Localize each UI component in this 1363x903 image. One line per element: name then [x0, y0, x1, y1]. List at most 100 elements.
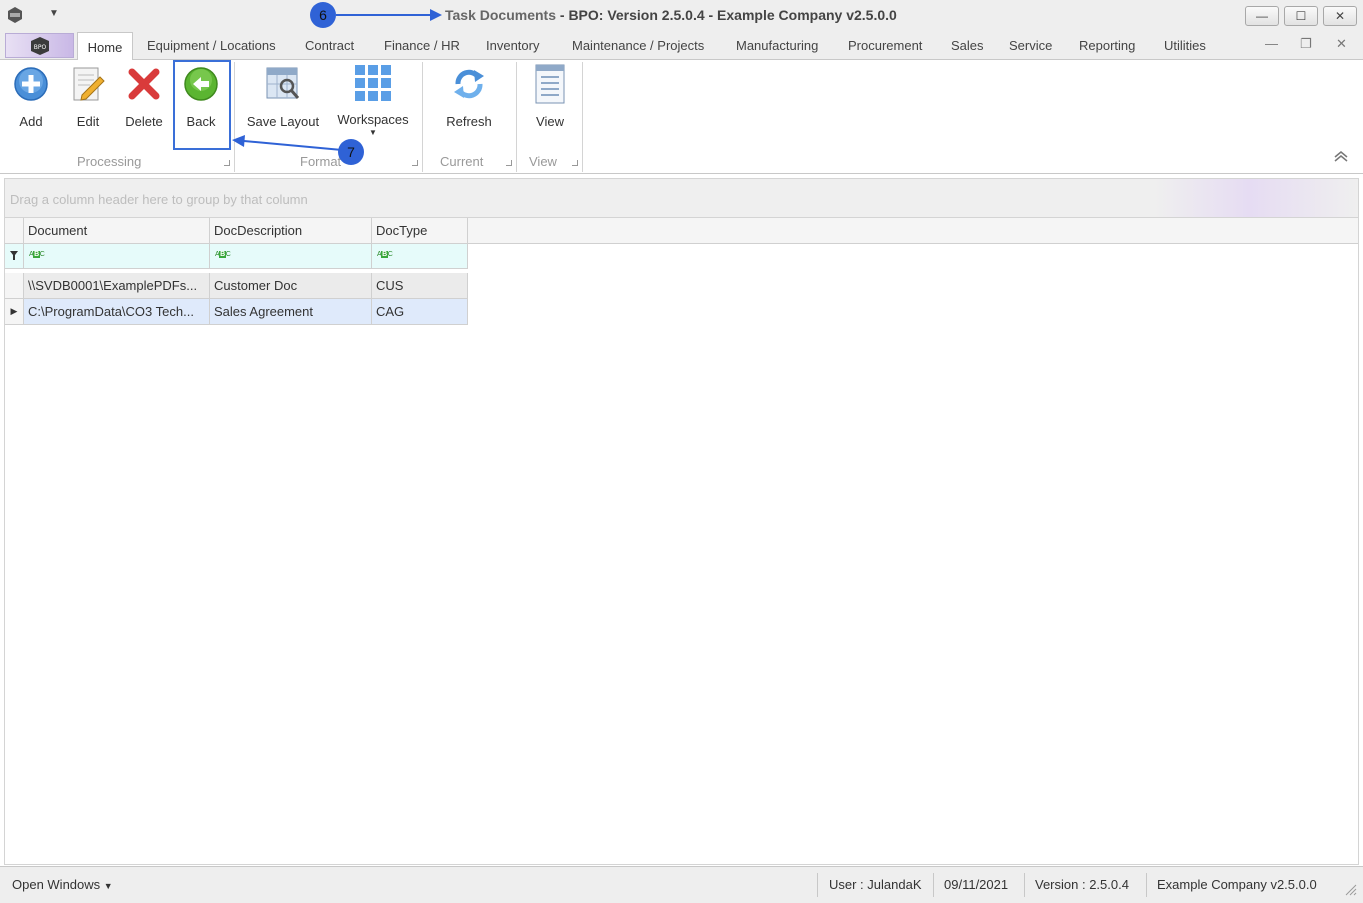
ribbon-panel: Add Edit Delete Back Processing Save Lay… [0, 60, 1363, 174]
tab-reporting[interactable]: Reporting [1079, 38, 1135, 53]
tab-inventory[interactable]: Inventory [486, 38, 539, 53]
filter-cell-document[interactable]: ABC [24, 244, 210, 269]
table-row-1-document[interactable]: \\SVDB0001\ExamplePDFs... [24, 273, 210, 299]
window-title-prefix: Task Documents [445, 7, 556, 23]
status-bar: Open Windows ▼ User : JulandaK 09/11/202… [0, 866, 1363, 903]
window-title-main: - BPO: Version 2.5.0.4 - Example Company… [556, 7, 897, 23]
view-button[interactable]: View [530, 64, 570, 134]
open-windows-dropdown[interactable]: Open Windows ▼ [12, 877, 113, 892]
workspaces-icon [353, 64, 393, 102]
maximize-button[interactable]: ☐ [1284, 6, 1318, 26]
collapse-ribbon-chevron-up-icon[interactable] [1333, 150, 1349, 165]
tab-manufacturing[interactable]: Manufacturing [736, 38, 818, 53]
group-panel-hint: Drag a column header here to group by th… [10, 192, 308, 207]
table-row-2-doctype[interactable]: CAG [372, 299, 468, 325]
annotation-arrow-6 [336, 9, 442, 21]
workspaces-dropdown-button[interactable]: Workspaces ▼ [336, 64, 410, 137]
save-layout-button[interactable]: Save Layout [244, 64, 322, 134]
app-logo-icon[interactable] [6, 6, 24, 24]
refresh-label: Refresh [446, 114, 492, 129]
group-label-view: View [529, 154, 557, 169]
delete-button[interactable]: Delete [122, 64, 166, 134]
filter-abc-icon: ABC [377, 251, 393, 258]
window-title: Task Documents - BPO: Version 2.5.0.4 - … [445, 7, 897, 23]
tab-finance-hr[interactable]: Finance / HR [384, 38, 460, 53]
save-layout-label: Save Layout [246, 114, 320, 129]
row-indicator[interactable] [5, 273, 24, 299]
add-button[interactable]: Add [11, 64, 51, 134]
tab-maintenance-projects[interactable]: Maintenance / Projects [572, 38, 704, 53]
status-separator [1024, 873, 1025, 897]
documents-grid: Document DocDescription DocType ABC ABC … [4, 218, 1359, 865]
grid-header-filler [468, 218, 1358, 244]
close-button[interactable]: ✕ [1323, 6, 1357, 26]
filter-abc-icon: ABC [215, 251, 231, 258]
edit-button[interactable]: Edit [68, 64, 108, 134]
workspaces-label: Workspaces [337, 112, 409, 127]
status-user: User : JulandaK [829, 877, 922, 892]
application-menu-button[interactable]: BPO [5, 33, 74, 58]
open-windows-chevron-down-icon: ▼ [103, 881, 113, 891]
status-date: 09/11/2021 [944, 877, 1009, 892]
quick-access-dropdown-icon[interactable]: ▼ [49, 8, 59, 19]
tab-sales[interactable]: Sales [951, 38, 984, 53]
status-separator [817, 873, 818, 897]
status-separator [933, 873, 934, 897]
tab-procurement[interactable]: Procurement [848, 38, 922, 53]
annotation-arrow-7 [232, 135, 343, 151]
group-label-current: Current [440, 154, 484, 169]
status-version: Version : 2.5.0.4 [1035, 877, 1129, 892]
filter-cell-docdescription[interactable]: ABC [210, 244, 372, 269]
mdi-minimize-icon[interactable]: — [1265, 36, 1278, 51]
tab-home[interactable]: Home [77, 32, 133, 61]
processing-group-launcher-icon[interactable] [224, 160, 230, 166]
open-windows-label: Open Windows [12, 877, 101, 892]
group-label-processing: Processing [77, 154, 142, 169]
format-group-launcher-icon[interactable] [412, 160, 418, 166]
group-separator [516, 62, 517, 172]
status-separator [1146, 873, 1147, 897]
tab-equipment-locations[interactable]: Equipment / Locations [147, 38, 276, 53]
refresh-icon [449, 64, 489, 104]
group-separator [582, 62, 583, 172]
table-row-1-description[interactable]: Customer Doc [210, 273, 372, 299]
delete-label: Delete [125, 114, 163, 129]
workspaces-chevron-down-icon: ▼ [369, 128, 377, 137]
table-row-2-description[interactable]: Sales Agreement [210, 299, 372, 325]
current-group-launcher-icon[interactable] [506, 160, 512, 166]
grid-indicator-header [5, 218, 24, 244]
title-bar: ▼ Task Documents - BPO: Version 2.5.0.4 … [0, 0, 1363, 32]
column-header-docdescription[interactable]: DocDescription [210, 218, 372, 244]
group-by-panel[interactable]: Drag a column header here to group by th… [4, 178, 1359, 218]
add-label: Add [19, 114, 43, 129]
tab-service[interactable]: Service [1009, 38, 1052, 53]
mdi-close-icon[interactable]: ✕ [1336, 36, 1347, 52]
filter-abc-icon: ABC [29, 251, 45, 258]
add-icon [11, 64, 51, 104]
tab-utilities[interactable]: Utilities [1164, 38, 1206, 53]
filter-row-indicator-icon [5, 244, 24, 269]
row-indicator-focused-icon[interactable]: ▶ [5, 299, 24, 325]
refresh-button[interactable]: Refresh [440, 64, 498, 134]
table-row-2-document[interactable]: C:\ProgramData\CO3 Tech... [24, 299, 210, 325]
ribbon-tab-row: BPO Home Equipment / Locations Contract … [0, 32, 1363, 61]
group-separator [422, 62, 423, 172]
column-header-document[interactable]: Document [24, 218, 210, 244]
annotation-marker-6: 6 [310, 2, 336, 28]
edit-pencil-icon [68, 64, 108, 104]
view-group-launcher-icon[interactable] [572, 160, 578, 166]
minimize-button[interactable]: — [1245, 6, 1279, 26]
delete-x-icon [124, 64, 164, 104]
column-header-doctype[interactable]: DocType [372, 218, 468, 244]
resize-grip-icon[interactable] [1343, 882, 1357, 896]
tab-contract[interactable]: Contract [305, 38, 354, 53]
edit-label: Edit [76, 114, 100, 129]
table-row-1-doctype[interactable]: CUS [372, 273, 468, 299]
view-label: View [536, 114, 564, 129]
mdi-restore-icon[interactable]: ❐ [1300, 36, 1312, 52]
back-button-highlight [173, 60, 231, 150]
group-label-format: Format [300, 154, 342, 169]
save-layout-icon [263, 64, 303, 104]
filter-cell-doctype[interactable]: ABC [372, 244, 468, 269]
svg-text:BPO: BPO [33, 44, 46, 51]
